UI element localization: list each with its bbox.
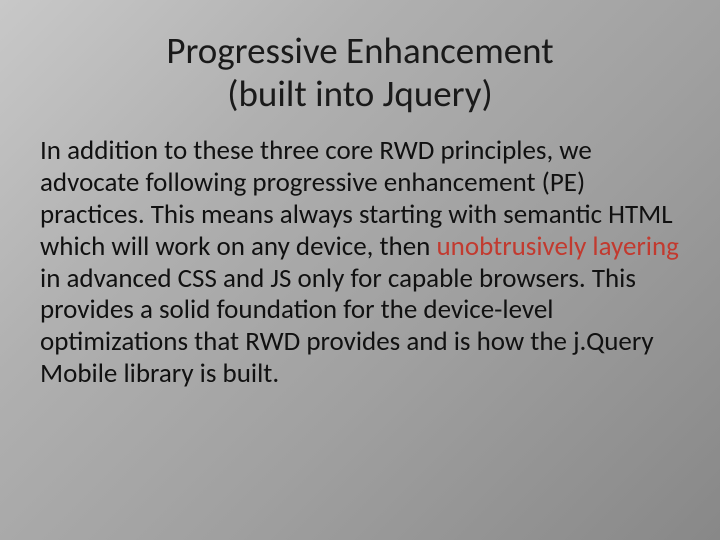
slide-container: Progressive Enhancement (built into Jque…: [0, 0, 720, 540]
slide-body: In addition to these three core RWD prin…: [40, 135, 680, 390]
body-part-2: in advanced CSS and JS only for capable …: [40, 262, 654, 391]
title-line-2: (built into Jquery): [227, 71, 492, 116]
title-line-1: Progressive Enhancement: [166, 28, 553, 73]
body-highlight: unobtrusively layering: [436, 230, 678, 263]
slide-title: Progressive Enhancement (built into Jque…: [40, 30, 680, 115]
